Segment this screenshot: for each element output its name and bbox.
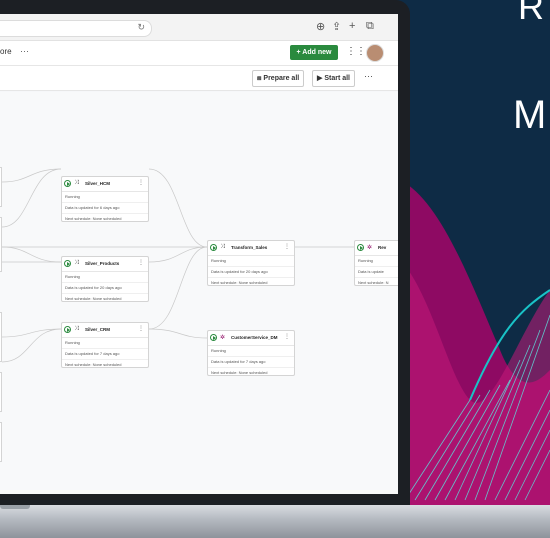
node-menu-icon[interactable]: ⋮ — [138, 179, 144, 186]
pipeline-node[interactable]: ⤨ Transform_Sales ⋮ Running Data is update… — [207, 240, 295, 286]
source-node[interactable] — [0, 312, 2, 362]
nav-more-label[interactable]: ore — [0, 47, 12, 56]
app-header: ore ··· + Add new ⋮⋮⋮ — [0, 41, 398, 66]
node-status: Running — [62, 338, 148, 349]
run-icon[interactable] — [210, 244, 217, 251]
laptop-screen: ↻ ⊕ ⇪ + ⧉ ore ··· + Add new ⋮⋮⋮ ⧈ Prepar… — [0, 14, 398, 494]
source-node[interactable] — [0, 422, 2, 462]
run-icon[interactable] — [64, 326, 71, 333]
new-tab-icon[interactable]: + — [349, 20, 355, 32]
add-new-button[interactable]: + Add new — [290, 45, 338, 60]
transform-icon: ⤨ — [74, 326, 79, 332]
pipeline-node[interactable]: ✲ CustomerService_DM ⋮ Running Data is upd… — [207, 330, 295, 376]
node-menu-icon[interactable]: ⋮ — [138, 259, 144, 266]
node-status: Running — [208, 256, 294, 267]
pipeline-node[interactable]: ⤨ Silver_HCM ⋮ Running Data is updated for… — [61, 176, 149, 222]
node-status: Running — [62, 192, 148, 203]
reload-icon[interactable]: ↻ — [137, 22, 145, 33]
node-status: Running — [355, 256, 398, 267]
pipeline-node[interactable]: ✲ Rev Running Data is update Next schedul… — [354, 240, 398, 286]
run-icon[interactable] — [64, 260, 71, 267]
node-menu-icon[interactable]: ⋮ — [284, 243, 290, 250]
node-status: Running — [208, 346, 294, 357]
source-node[interactable] — [0, 372, 2, 412]
node-schedule: Next schedule: None scheduled — [211, 370, 268, 375]
node-schedule: Next schedule: None scheduled — [65, 216, 122, 221]
source-node[interactable] — [0, 167, 2, 207]
source-node[interactable] — [0, 217, 2, 272]
node-schedule: Next schedule: None scheduled — [65, 296, 122, 301]
tabs-icon[interactable]: ⧉ — [366, 20, 374, 33]
node-menu-icon[interactable]: ⋮ — [138, 325, 144, 332]
share-icon[interactable]: ⇪ — [332, 20, 341, 33]
more-options-icon[interactable]: ··· — [20, 46, 29, 56]
node-updated: Data is updated for 7 days ago — [208, 357, 294, 368]
node-schedule: Next schedule: None scheduled — [211, 280, 268, 285]
node-menu-icon[interactable]: ⋮ — [284, 333, 290, 340]
node-updated: Data is updated for 7 days ago — [62, 349, 148, 360]
node-status: Running — [62, 272, 148, 283]
side-heading-line2: M — [513, 93, 547, 137]
side-heading-line1: R — [518, 0, 544, 27]
node-schedule: Next schedule: None scheduled — [65, 362, 122, 367]
download-icon[interactable]: ⊕ — [316, 20, 325, 33]
laptop-base — [0, 505, 550, 538]
transform-icon: ⤨ — [74, 260, 79, 266]
pipeline-toolbar: ⧈ Prepare all ▶ Start all ··· — [0, 66, 398, 91]
browser-toolbar: ↻ ⊕ ⇪ + ⧉ — [0, 14, 398, 41]
node-updated: Data is updated for 20 days ago — [208, 267, 294, 278]
node-title: Silver_Products — [85, 261, 120, 266]
transform-icon: ⤨ — [220, 244, 225, 250]
run-icon[interactable] — [357, 244, 364, 251]
datamart-icon: ✲ — [220, 335, 226, 341]
node-title: Rev — [378, 245, 387, 250]
pipeline-node[interactable]: ⤨ Silver_Products ⋮ Running Data is update… — [61, 256, 149, 302]
avatar[interactable] — [366, 44, 384, 62]
prepare-all-button[interactable]: ⧈ Prepare all — [252, 70, 305, 87]
node-title: Transform_Sales — [231, 245, 268, 250]
node-title: Silver_HCM — [85, 181, 111, 186]
start-all-label: Start all — [324, 75, 351, 82]
node-title: Silver_CRM — [85, 327, 111, 332]
transform-icon: ⤨ — [74, 180, 79, 186]
address-bar[interactable]: ↻ — [0, 20, 152, 37]
prepare-all-label: Prepare all — [263, 75, 300, 82]
pipeline-node[interactable]: ⤨ Silver_CRM ⋮ Running Data is updated for… — [61, 322, 149, 368]
datamart-icon: ✲ — [367, 245, 373, 251]
toolbar-more-icon[interactable]: ··· — [364, 71, 373, 81]
node-schedule: Next schedule: N — [358, 280, 389, 285]
pipeline-canvas[interactable]: ⤨ Silver_HCM ⋮ Running Data is updated for… — [0, 92, 398, 494]
node-updated: Data is updated for 6 days ago — [62, 203, 148, 214]
run-icon[interactable] — [210, 334, 217, 341]
start-all-button[interactable]: ▶ Start all — [312, 70, 356, 87]
run-icon[interactable] — [64, 180, 71, 187]
pipeline-connections — [1, 168, 354, 363]
node-title: CustomerService_DM — [231, 335, 278, 340]
node-updated: Data is updated for 20 days ago — [62, 283, 148, 294]
node-updated: Data is update — [355, 267, 398, 278]
laptop-notch — [0, 505, 30, 509]
